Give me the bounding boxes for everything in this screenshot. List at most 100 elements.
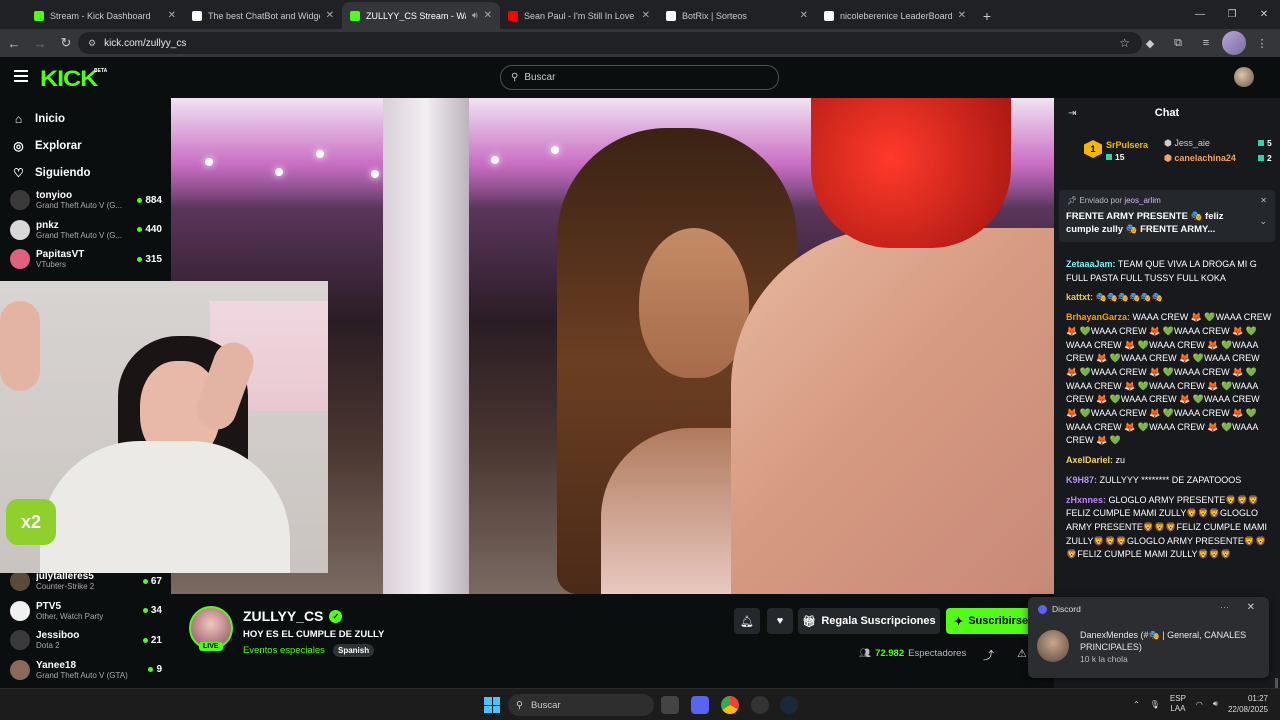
chat-text: zu <box>1113 455 1126 466</box>
live-dot-icon <box>142 637 148 643</box>
media-control-icon[interactable]: ≡ <box>1194 31 1218 55</box>
close-tab-icon[interactable]: ✕ <box>958 10 966 21</box>
close-tab-icon[interactable]: ✕ <box>484 10 492 21</box>
minimize-icon[interactable]: — <box>1184 0 1216 29</box>
followed-channel[interactable]: PTV5 Other, Watch Party 34 <box>10 597 162 625</box>
followed-channel[interactable]: Yanee18 Grand Theft Auto V (GTA) 9 <box>10 656 162 684</box>
chat-username[interactable]: zHxnnes <box>1066 495 1103 505</box>
taskbar-search[interactable]: ⚲ Buscar <box>508 694 654 716</box>
site-info-icon[interactable]: ⚙ <box>88 38 96 49</box>
discord-notification[interactable]: Discord ··· ✕ DanexMendes (#🎭 | General,… <box>1028 597 1269 678</box>
profile-avatar[interactable] <box>1222 31 1246 55</box>
unpin-icon[interactable]: ✕ <box>1260 196 1267 205</box>
microphone-icon[interactable]: 🎙︎ <box>1150 700 1160 709</box>
chat-username[interactable]: AxelDariel <box>1066 455 1110 465</box>
gifter-name[interactable]: ⬢ canelachina24 <box>1164 153 1236 164</box>
channel-viewers: 34 <box>142 605 162 616</box>
followed-channel[interactable]: tonyioo Grand Theft Auto V (G... 884 <box>10 186 162 214</box>
live-dot-icon <box>137 197 143 203</box>
followed-channel[interactable]: PapitasVT VTubers 315 <box>10 245 162 273</box>
chat-username[interactable]: K9H87 <box>1066 475 1094 485</box>
chat-scrollbar[interactable] <box>1275 678 1278 688</box>
browser-tab[interactable]: ZULLYY_CS Stream - Watch 🔊︎ ✕ <box>342 2 500 29</box>
stream-category[interactable]: Eventos especiales <box>243 645 325 656</box>
language-tag[interactable]: Spanish <box>333 644 375 657</box>
gifter-count: 2 <box>1258 153 1272 163</box>
back-icon[interactable]: ← <box>2 31 26 55</box>
menu-icon[interactable] <box>14 70 28 82</box>
notifications-button[interactable]: 🔔︎ <box>734 608 760 634</box>
clock[interactable]: 01:27 22/08/2025 <box>1228 693 1268 715</box>
bell-icon: 🔔︎ <box>740 615 754 628</box>
maximize-icon[interactable]: ❐ <box>1216 0 1248 29</box>
top-gifters: 1 SrPulsera 15 ⬢ Jess_aie 5 ⬢ canelachin… <box>1084 136 1274 172</box>
browser-tab[interactable]: Stream - Kick Dashboard ✕ <box>26 2 184 29</box>
chevron-down-icon[interactable]: ⌄ <box>1259 216 1267 227</box>
extensions-puzzle-icon[interactable]: ⧉ <box>1166 31 1190 55</box>
followed-channel[interactable]: pnkz Grand Theft Auto V (G... 440 <box>10 216 162 244</box>
browser-tab[interactable]: BotRix | Sorteos ✕ <box>658 2 816 29</box>
chat-username[interactable]: BrhayanGarza <box>1066 312 1127 322</box>
botrix-icon <box>824 10 834 21</box>
followed-channel[interactable]: Jessiboo Dota 2 21 <box>10 626 162 654</box>
wifi-icon[interactable]: ◠ <box>1196 700 1203 709</box>
reload-icon[interactable]: ↻ <box>54 31 78 55</box>
search-input[interactable]: ⚲ Buscar <box>500 65 779 90</box>
volume-icon[interactable]: 🔊︎ <box>1213 699 1218 709</box>
gift-icon: 🎁︎ <box>802 615 817 628</box>
chrome-taskbar-icon[interactable] <box>721 696 739 714</box>
close-window-icon[interactable]: ✕ <box>1248 0 1280 29</box>
discord-taskbar-icon[interactable] <box>691 696 709 714</box>
obs-taskbar-icon[interactable] <box>751 696 769 714</box>
chat-username[interactable]: ZetaaaJam <box>1066 259 1113 269</box>
sidebar-item-inicio[interactable]: ⌂ Inicio <box>12 112 65 126</box>
more-icon[interactable]: ··· <box>1220 602 1229 612</box>
webcam-overlay: x2 <box>0 281 328 573</box>
share-icon[interactable]: ⤴ <box>983 647 994 663</box>
forward-icon[interactable]: → <box>28 31 52 55</box>
close-tab-icon[interactable]: ✕ <box>168 10 176 21</box>
steam-taskbar-icon[interactable] <box>780 696 798 714</box>
close-tab-icon[interactable]: ✕ <box>642 10 650 21</box>
chat-text: WAAA CREW 🦊 💚WAAA CREW 🦊 💚WAAA CREW 🦊 💚W… <box>1066 312 1272 446</box>
close-tab-icon[interactable]: ✕ <box>800 10 808 21</box>
bookmark-star-icon[interactable]: ☆ <box>1119 36 1130 50</box>
task-view-icon[interactable] <box>661 696 679 714</box>
stream-info-bar: LIVE ZULLYY_CS ✓ HOY ES EL CUMPLE DE ZUL… <box>171 594 1054 688</box>
chat-title: Chat <box>1154 107 1180 119</box>
tab-title: BotRix | Sorteos <box>682 10 747 21</box>
extension-icon[interactable]: ◆ <box>1138 31 1162 55</box>
sidebar-item-siguiendo[interactable]: ♡ Siguiendo <box>12 166 90 180</box>
kick-logo[interactable]: KICK <box>40 66 98 92</box>
input-language[interactable]: ESP LAA <box>1170 694 1186 714</box>
follow-button[interactable]: ♥ <box>767 608 793 634</box>
tab-title: ZULLYY_CS Stream - Watch <box>366 10 466 21</box>
chat-username[interactable]: kattxt <box>1066 292 1090 302</box>
browser-menu-icon[interactable]: ⋮ <box>1250 31 1274 55</box>
channel-name: Yanee18 <box>36 659 77 671</box>
user-avatar[interactable] <box>1234 67 1254 87</box>
report-icon[interactable]: ⚠ <box>1017 647 1027 660</box>
channel-name: PTV5 <box>36 600 62 612</box>
gift-subs-button[interactable]: 🎁︎ Regala Suscripciones <box>798 608 940 634</box>
discord-app-label: Discord <box>1038 604 1081 614</box>
streamer-name[interactable]: ZULLYY_CS <box>243 608 323 624</box>
chevron-up-icon[interactable]: ⌃ <box>1133 700 1140 709</box>
windows-start-icon[interactable] <box>484 697 500 713</box>
close-tab-icon[interactable]: ✕ <box>326 10 334 21</box>
channel-name: PapitasVT <box>36 249 85 260</box>
gifter-name[interactable]: SrPulsera <box>1106 140 1148 150</box>
tab-audio-icon[interactable]: 🔊︎ <box>472 10 478 21</box>
sidebar-item-explorar[interactable]: ◎ Explorar <box>12 139 81 153</box>
url-bar[interactable]: ⚙ kick.com/zullyy_cs ☆ <box>78 32 1142 54</box>
star-icon: ✦ <box>954 615 964 628</box>
new-tab-button[interactable]: + <box>974 2 1000 29</box>
close-icon[interactable]: ✕ <box>1247 602 1255 613</box>
pinned-message[interactable]: 📌︎ Enviado por jeos_arlim ✕ FRENTE ARMY … <box>1059 190 1275 242</box>
browser-tab[interactable]: nicoleberenice LeaderBoard | T ✕ <box>816 2 974 29</box>
browser-tab[interactable]: Sean Paul - I'm Still In Love With ✕ <box>500 2 658 29</box>
channel-viewers: 67 <box>142 576 162 587</box>
browser-tab[interactable]: The best ChatBot and Widgets ✕ <box>184 2 342 29</box>
pinned-header: 📌︎ Enviado por jeos_arlim <box>1067 196 1161 205</box>
gifter-name[interactable]: ⬢ Jess_aie <box>1164 138 1210 149</box>
